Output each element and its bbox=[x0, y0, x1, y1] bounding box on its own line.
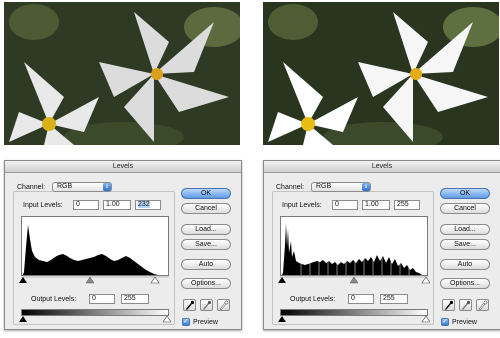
input-levels-slider[interactable] bbox=[19, 276, 171, 285]
preview-label: Preview bbox=[452, 319, 477, 326]
black-eyedropper-icon[interactable] bbox=[442, 299, 455, 311]
input-levels-slider-graphic bbox=[19, 276, 169, 284]
input-levels-label: Input Levels: bbox=[23, 202, 63, 209]
ok-button[interactable]: OK bbox=[440, 188, 490, 199]
load-button[interactable]: Load... bbox=[181, 224, 231, 235]
auto-button[interactable]: Auto bbox=[181, 259, 231, 270]
input-gamma-field[interactable]: 1.00 bbox=[362, 200, 390, 210]
input-levels-slider[interactable] bbox=[278, 276, 430, 285]
photo-after bbox=[263, 2, 499, 145]
input-levels-slider-graphic bbox=[278, 276, 430, 284]
black-point-handle[interactable] bbox=[19, 277, 27, 283]
histogram-graph bbox=[282, 223, 422, 275]
output-levels-slider-graphic bbox=[19, 315, 172, 323]
histogram-area bbox=[282, 223, 422, 275]
input-white-field[interactable]: 255 bbox=[394, 200, 420, 210]
channel-label: Channel: bbox=[276, 184, 305, 191]
cancel-button[interactable]: Cancel bbox=[181, 203, 231, 214]
checkmark-icon: ✓ bbox=[442, 318, 448, 325]
updown-arrows-icon: ⇕ bbox=[362, 183, 370, 191]
preview-label: Preview bbox=[193, 319, 218, 326]
black-point-handle[interactable] bbox=[278, 277, 286, 283]
output-white-field[interactable]: 255 bbox=[380, 294, 408, 304]
output-white-field[interactable]: 255 bbox=[121, 294, 149, 304]
output-black-handle[interactable] bbox=[278, 316, 286, 322]
histogram-panel bbox=[21, 216, 169, 276]
dialog-title: Levels bbox=[5, 161, 241, 173]
options-button[interactable]: Options... bbox=[440, 278, 490, 289]
flower-photo-before-image bbox=[4, 2, 240, 145]
output-levels-slider[interactable] bbox=[19, 315, 172, 323]
channel-select[interactable]: RGB ⇕ bbox=[52, 182, 112, 192]
channel-select-value: RGB bbox=[57, 183, 73, 190]
output-black-field[interactable]: 0 bbox=[89, 294, 115, 304]
checkmark-icon: ✓ bbox=[183, 318, 189, 325]
histogram-panel bbox=[280, 216, 428, 276]
channel-label: Channel: bbox=[17, 184, 46, 191]
input-gamma-field[interactable]: 1.00 bbox=[103, 200, 131, 210]
input-white-field[interactable]: 232 bbox=[135, 200, 161, 210]
gray-eyedropper-icon[interactable] bbox=[459, 299, 472, 311]
options-button[interactable]: Options... bbox=[181, 278, 231, 289]
channel-select-value: RGB bbox=[316, 183, 332, 190]
output-gradient-bar bbox=[280, 309, 428, 316]
photo-before bbox=[4, 2, 240, 145]
auto-button[interactable]: Auto bbox=[440, 259, 490, 270]
gamma-handle[interactable] bbox=[85, 276, 95, 284]
save-button[interactable]: Save... bbox=[440, 239, 490, 250]
output-levels-label: Output Levels: bbox=[31, 296, 77, 303]
output-black-handle[interactable] bbox=[19, 316, 27, 322]
channel-select[interactable]: RGB ⇕ bbox=[311, 182, 371, 192]
histogram-area bbox=[22, 225, 158, 275]
save-button[interactable]: Save... bbox=[181, 239, 231, 250]
output-black-field[interactable]: 0 bbox=[348, 294, 374, 304]
levels-dialog-after: Levels Channel: RGB ⇕ Input Levels: 0 1.… bbox=[263, 160, 500, 330]
white-point-handle[interactable] bbox=[421, 276, 430, 284]
input-levels-label: Input Levels: bbox=[282, 202, 322, 209]
levels-dialog-before: Levels Channel: RGB ⇕ Input Levels: 0 1.… bbox=[4, 160, 242, 330]
input-white-value: 232 bbox=[138, 201, 150, 208]
load-button[interactable]: Load... bbox=[440, 224, 490, 235]
output-levels-slider[interactable] bbox=[278, 315, 431, 323]
cancel-button[interactable]: Cancel bbox=[440, 203, 490, 214]
output-levels-slider-graphic bbox=[278, 315, 431, 323]
dialog-title: Levels bbox=[264, 161, 500, 173]
output-levels-label: Output Levels: bbox=[290, 296, 336, 303]
updown-arrows-icon: ⇕ bbox=[103, 183, 111, 191]
white-eyedropper-icon[interactable] bbox=[476, 299, 489, 311]
output-gradient-bar bbox=[21, 309, 169, 316]
preview-checkbox[interactable]: ✓ bbox=[182, 318, 190, 326]
preview-checkbox[interactable]: ✓ bbox=[441, 318, 449, 326]
input-black-field[interactable]: 0 bbox=[332, 200, 358, 210]
gamma-handle[interactable] bbox=[349, 276, 359, 284]
white-eyedropper-icon[interactable] bbox=[217, 299, 230, 311]
white-point-handle[interactable] bbox=[150, 276, 160, 284]
ok-button[interactable]: OK bbox=[181, 188, 231, 199]
gray-eyedropper-icon[interactable] bbox=[200, 299, 213, 311]
flower-photo-after-image bbox=[263, 2, 499, 145]
black-eyedropper-icon[interactable] bbox=[183, 299, 196, 311]
input-black-field[interactable]: 0 bbox=[73, 200, 99, 210]
output-white-handle[interactable] bbox=[162, 315, 172, 323]
output-white-handle[interactable] bbox=[421, 315, 431, 323]
histogram-graph bbox=[22, 225, 158, 275]
